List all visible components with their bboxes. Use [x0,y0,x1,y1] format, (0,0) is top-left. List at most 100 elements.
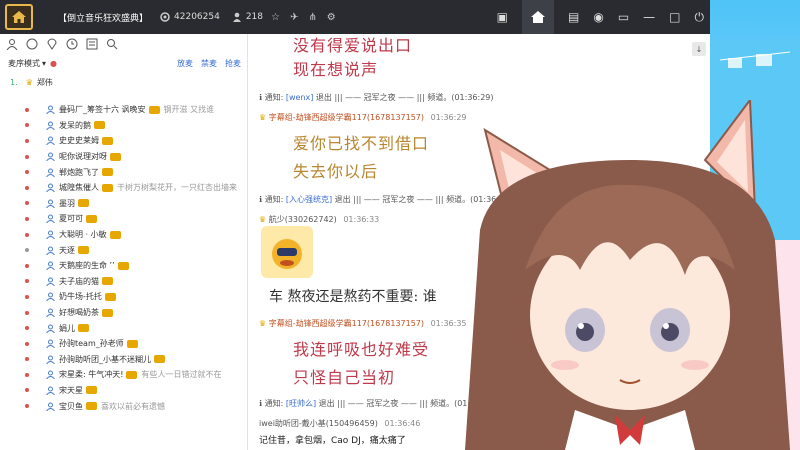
user-list-item[interactable]: 发呆的鹅 [0,118,240,134]
level-badge-icon [86,386,97,395]
level-badge-icon [86,402,97,411]
user-list-item[interactable]: 娟儿 [0,320,240,336]
list-icon[interactable] [86,38,98,50]
level-badge-icon [86,214,97,223]
user-signature: 钢开滋 又找谁 [163,105,215,115]
user-avatar-icon [46,183,55,193]
sender-name: iwei助听团-戴小基(150496459) [259,419,378,428]
room-id-icon [160,12,170,22]
user-list-icon[interactable] [6,38,18,51]
release-mic-link[interactable]: 放麦 [177,58,193,69]
chat-sender[interactable]: iwei助听团-戴小基(150496459) 01:36:46 [259,418,420,429]
maximize-icon[interactable]: □ [669,10,680,24]
crown-icon: ♛ [259,319,267,328]
chat-sender[interactable]: ♛ 字幕组-劫锋西超级学霸117(1678137157) 01:36:29 [259,112,467,123]
status-dot [25,263,29,268]
grab-mic-link[interactable]: 抢麦 [225,58,241,69]
home-button[interactable] [521,0,554,34]
search-icon[interactable] [106,38,118,50]
user-name: 好想喝奶茶 [59,308,99,318]
user-list-item[interactable]: 孙驹助听团_小基不迷糊儿 [0,352,240,368]
level-badge-icon [78,324,89,333]
gamepad-icon[interactable]: ◉ [593,10,603,24]
user-list-item[interactable]: 天鹅座的生命 ’’ [0,258,240,274]
user-list-item[interactable]: 墨羽 [0,196,240,212]
disable-mic-link[interactable]: 禁麦 [201,58,217,69]
status-dot [25,357,29,362]
level-badge-icon [102,183,113,192]
status-dot [25,294,29,299]
system-notice: ℹ 通知: [wenx] 退出 ||| —— 冠军之夜 —— ||| 频道。(0… [259,92,494,103]
user-list-item[interactable]: 大聪明 · 小敏 [0,227,240,243]
favorite-star-icon[interactable]: ☆ [271,12,280,23]
level-badge-icon [102,136,113,145]
notice-prefix: 通知: [264,195,284,204]
user-list-item[interactable]: 宋天星 [0,383,240,399]
sender-time: 01:36:33 [343,215,380,224]
mic-queue-item[interactable]: 1. ♛ 郑伟 [0,72,247,92]
notice-user[interactable]: [wenx] [286,93,314,102]
user-avatar-icon [46,386,55,396]
user-list-item[interactable]: 奶牛场-托托 [0,289,240,305]
share-icon[interactable]: ⋔ [308,12,316,23]
user-list-item[interactable]: 天逐 [0,242,240,258]
room-title: 【倒立音乐狂欢盛典】 [58,13,149,24]
online-count: 218 [232,12,263,22]
skin-icon[interactable]: ▭ [618,10,629,24]
status-dot [25,326,29,331]
status-dot [25,216,29,221]
chevron-down-icon[interactable]: ▾ [42,59,46,68]
user-list-item[interactable]: 郸炮跑飞了 [0,164,240,180]
notice-prefix: 通知: [264,399,284,408]
mic-mode-dropdown[interactable]: 麦序模式 [8,58,40,69]
art-text-line: 我连呼吸也好难受 [293,340,430,359]
notice-user[interactable]: [入心强统克] [286,195,332,204]
user-list-item[interactable]: 好想喝奶茶 [0,305,240,321]
user-avatar-icon [46,324,55,333]
user-list-item[interactable]: 夫子庙的猫 [0,274,240,290]
user-name: 郸炮跑飞了 [59,167,99,177]
settings-gear-icon[interactable]: ⚙ [327,12,336,23]
history-icon[interactable] [66,38,78,50]
minimize-icon[interactable]: — [643,10,655,24]
info-icon: ℹ [259,93,263,102]
home-logo-icon [5,4,33,30]
status-dot [25,404,29,409]
crown-icon: ♛ [259,113,267,122]
notice-body: 退出 ||| —— 冠军之夜 —— ||| 频道。(01:36:29) [315,93,494,102]
notice-user[interactable]: [旺帅么] [286,399,316,408]
power-icon[interactable]: ⏻ [695,10,705,25]
scroll-lock-icon[interactable]: ↓ [692,42,706,56]
group-icon[interactable] [26,38,38,50]
user-list-item[interactable]: 宝贝鱼 喜欢以前必有遗憾 [0,398,240,414]
chat-sender[interactable]: ♛ 字幕组-劫锋西超级学霸117(1678137157) 01:36:35 [259,318,467,329]
user-name: 墨羽 [59,198,75,208]
plane-icon[interactable]: ✈ [290,12,298,23]
location-icon[interactable] [46,38,58,50]
notice-body: 退出 ||| —— 冠军之夜 —— ||| 频道。(01:36:33) [334,195,513,204]
chat-sender[interactable]: ♛ 航少(330262742) 01:36:33 [259,214,379,225]
message-icon[interactable]: ▤ [568,10,579,24]
video-icon[interactable]: ▣ [497,10,508,24]
user-avatar-icon [46,230,55,240]
art-text-line: 没有得爱说出口 [293,36,413,55]
level-badge-icon [78,199,89,208]
user-avatar-icon [46,199,55,209]
user-list-item[interactable]: 呢你说理对呀 [0,149,240,165]
user-list-item[interactable]: 宋星柔: 牛气冲天! 有些人一日错过就不在 [0,367,240,383]
user-list-item[interactable]: 夏可可 [0,211,240,227]
user-name: 大聪明 · 小敏 [59,230,107,240]
status-dot [25,107,29,112]
level-badge-icon [104,292,116,301]
level-badge-icon [102,308,113,317]
user-name: 夏可可 [59,214,83,224]
info-icon: ℹ [259,399,263,408]
user-icon [232,12,242,22]
stream-background [710,0,800,450]
user-list-item[interactable]: 城隍焦催人 干树万树梨花开，一只红杏出墙来 [0,180,240,196]
user-list-item[interactable]: 孙驹team_孙老师 [0,336,240,352]
user-avatar-icon [46,105,55,115]
user-list-item[interactable]: 叠码厂_筹签十六 讽晚安 钢开滋 又找谁 [0,102,240,118]
user-list-item[interactable]: 史史史莱姆 [0,133,240,149]
status-dot [25,310,29,315]
